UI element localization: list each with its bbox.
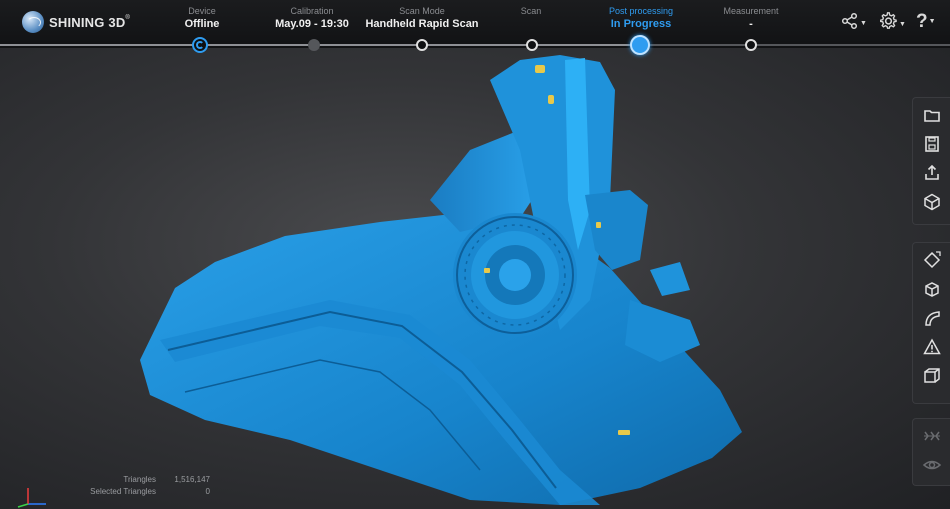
share-button[interactable]: ▼	[841, 12, 867, 34]
visibility-button[interactable]	[919, 452, 944, 477]
folder-icon	[923, 109, 940, 122]
brand-logo: SHINING 3D®	[22, 11, 130, 33]
view-toolbar	[912, 418, 950, 486]
triangles-row: Triangles 1,516,147	[70, 474, 210, 486]
scan-viewport[interactable]	[0, 0, 950, 509]
caret-down-icon: ▼	[928, 18, 936, 25]
triangles-label: Triangles	[123, 475, 156, 484]
eye-icon	[922, 460, 941, 469]
workflow-bar: SHINING 3D® Device Offline Calibration M…	[0, 0, 950, 55]
share-icon	[841, 12, 858, 30]
scan-node[interactable]	[526, 39, 538, 51]
step-value: -	[749, 18, 753, 30]
box-select-button[interactable]	[919, 276, 944, 301]
mesh-warning-icon	[922, 337, 941, 354]
help-icon: ?	[916, 11, 928, 32]
curve-icon	[924, 310, 940, 326]
step-label: Measurement	[723, 6, 779, 16]
post-processing-node[interactable]	[630, 35, 650, 55]
flip-icon	[923, 431, 940, 440]
brand-name: SHINING 3D	[49, 14, 126, 30]
scan-mesh-fragment	[650, 262, 690, 296]
step-value: Handheld Rapid Scan	[365, 18, 479, 30]
wireframe-cube-icon	[923, 367, 940, 383]
save-button[interactable]	[919, 131, 944, 156]
step-measurement[interactable]: Measurement -	[681, 6, 821, 32]
scan-wheel-hub	[453, 213, 577, 337]
measurement-node[interactable]	[745, 39, 757, 51]
trademark: ®	[125, 14, 131, 21]
edit-toolbar	[912, 242, 950, 404]
save-icon	[924, 135, 939, 152]
file-toolbar	[912, 97, 950, 225]
package-button[interactable]	[919, 189, 944, 214]
flip-button[interactable]	[919, 423, 944, 448]
export-button[interactable]	[919, 160, 944, 185]
selected-triangles-row: Selected Triangles 0	[70, 486, 210, 498]
export-icon	[924, 164, 939, 180]
mesh-stats: Triangles 1,516,147 Selected Triangles 0	[70, 474, 210, 498]
scan-mode-node[interactable]	[416, 39, 428, 51]
help-button[interactable]: ?▼	[916, 12, 936, 32]
rotate-cube-icon	[923, 250, 941, 268]
axis-gizmo-icon	[17, 488, 46, 508]
caret-down-icon: ▼	[860, 20, 867, 27]
caret-down-icon: ▼	[899, 21, 906, 28]
calibration-node[interactable]	[308, 39, 320, 51]
selected-triangles-value: 0	[205, 487, 210, 496]
wireframe-button[interactable]	[919, 363, 944, 388]
triangles-value: 1,516,147	[174, 475, 210, 484]
box-select-icon	[924, 281, 939, 297]
progress-track	[0, 44, 950, 46]
settings-button[interactable]: ▼	[879, 12, 906, 35]
gear-icon	[880, 12, 897, 29]
progress-fill	[0, 44, 640, 46]
mesh-check-button[interactable]	[919, 334, 944, 359]
selected-triangles-label: Selected Triangles	[90, 487, 156, 496]
device-node-icon[interactable]	[192, 37, 208, 53]
curve-button[interactable]	[919, 305, 944, 330]
package-icon	[923, 193, 940, 210]
logo-icon	[22, 11, 44, 33]
rotate-cube-button[interactable]	[919, 247, 944, 272]
open-button[interactable]	[919, 102, 944, 127]
